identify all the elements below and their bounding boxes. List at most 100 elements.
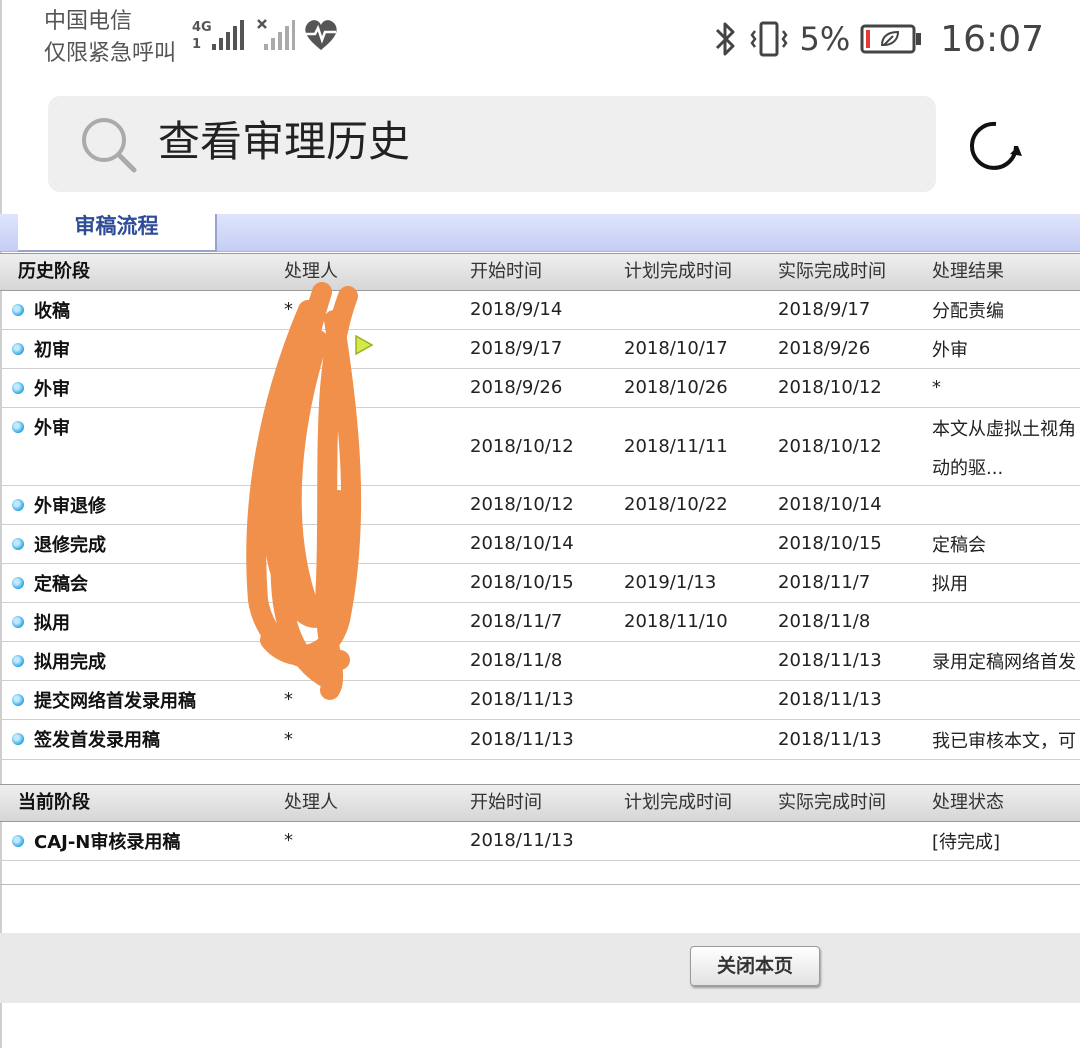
row-actual: 2018/10/12 [778, 436, 882, 457]
row-actual: 2018/10/12 [778, 377, 882, 398]
handler-link[interactable]: ze o [284, 338, 321, 359]
close-page-button[interactable]: 关闭本页 [690, 946, 820, 986]
battery-low-icon [860, 24, 922, 54]
col-planned-time: 计划完成时间 [624, 792, 732, 813]
row-stage: 退修完成 [34, 535, 106, 556]
footer-bar [0, 933, 1080, 1003]
no-sim-signal-icon [257, 19, 295, 50]
row-result-link-line2[interactable]: 动的驱... [932, 454, 1003, 480]
current-table-header: 当前阶段 处理人 开始时间 计划完成时间 实际完成时间 处理状态 [0, 784, 1080, 822]
carrier-info: 中国电信 仅限紧急呼叫 [44, 6, 176, 70]
row-stage: 外审 [34, 418, 70, 439]
col-actual-time: 实际完成时间 [778, 261, 886, 282]
row-result: 录用定稿网络首发 [932, 652, 1076, 673]
row-stage: 收稿 [34, 301, 70, 322]
row-actual: 2018/10/15 [778, 533, 882, 554]
col-actual-time: 实际完成时间 [778, 792, 886, 813]
row-result-link[interactable]: 本文从虚拟土视角 [932, 415, 1076, 441]
carrier-name: 中国电信 [44, 9, 133, 34]
signal-bars-icon: 4G 1 [192, 20, 244, 52]
review-history-page: 中国电信 仅限紧急呼叫 4G 1 5% 16:07 查看审理历史 审稿流程 历史… [0, 0, 1080, 1048]
table-row: 拟用 2018/11/7 2018/11/10 2018/11/8 [0, 603, 1080, 642]
network-sub-label: 1 [192, 37, 201, 52]
row-start: 2018/11/13 [470, 689, 574, 710]
status-right-group: 5% 16:07 [713, 14, 1044, 64]
col-start-time: 开始时间 [470, 261, 542, 282]
row-actual: 2018/11/8 [778, 611, 871, 632]
bullet-icon [12, 733, 24, 745]
row-planned: 2019/1/13 [624, 572, 717, 593]
bullet-icon [12, 835, 24, 847]
bluetooth-icon [716, 22, 735, 56]
row-stage: 外审退修 [34, 496, 106, 517]
table-row: 收稿 * 2018/9/14 2018/9/17 分配责编 [0, 291, 1080, 330]
network-type-label: 4G [192, 20, 212, 35]
tab-strip: 审稿流程 [0, 214, 1080, 252]
search-icon[interactable] [80, 116, 138, 174]
row-start: 2018/10/15 [470, 572, 574, 593]
row-result: 分配责编 [932, 301, 1004, 322]
row-handler: * [284, 830, 293, 851]
refresh-icon[interactable] [966, 116, 1026, 176]
row-result: 外审 [932, 340, 968, 361]
battery-percent: 5% [799, 20, 851, 58]
row-actual: 2018/10/14 [778, 494, 882, 515]
row-stage: 提交网络首发录用稿 [34, 691, 196, 712]
col-handler: 处理人 [284, 261, 338, 282]
row-status: [待完成] [932, 832, 1001, 853]
row-planned: 2018/10/17 [624, 338, 728, 359]
bullet-icon [12, 421, 24, 433]
table-row: 外审退修 2018/10/12 2018/10/22 2018/10/14 [0, 486, 1080, 525]
section-divider [0, 884, 1080, 885]
row-start: 2018/11/7 [470, 611, 563, 632]
table-row: 拟用完成 2018/11/8 2018/11/13 录用定稿网络首发 [0, 642, 1080, 681]
row-handler: * [284, 729, 293, 750]
bullet-icon [12, 304, 24, 316]
status-bar: 中国电信 仅限紧急呼叫 4G 1 5% 16:07 [0, 0, 1080, 80]
col-history-stage: 历史阶段 [18, 261, 90, 282]
row-stage: 签发首发录用稿 [34, 730, 160, 751]
row-start: 2018/10/14 [470, 533, 574, 554]
table-row: 外审 * 2018/9/26 2018/10/26 2018/10/12 * [0, 369, 1080, 408]
bullet-icon [12, 538, 24, 550]
row-planned: 2018/11/10 [624, 611, 728, 632]
table-row: CAJ-N审核录用稿 * 2018/11/13 [待完成] [0, 822, 1080, 861]
table-row: 签发首发录用稿 * 2018/11/13 2018/11/13 我已审核本文，可 [0, 720, 1080, 760]
row-stage: CAJ-N审核录用稿 [34, 832, 181, 853]
heartbeat-icon [305, 20, 337, 50]
row-stage: 拟用 [34, 613, 70, 634]
row-start: 2018/11/8 [470, 650, 563, 671]
clock-time: 16:07 [940, 18, 1044, 60]
bullet-icon [12, 616, 24, 628]
table-row: 定稿会 2018/10/15 2019/1/13 2018/11/7 拟用 [0, 564, 1080, 603]
bullet-icon [12, 694, 24, 706]
row-stage: 初审 [34, 340, 70, 361]
row-actual: 2018/11/13 [778, 689, 882, 710]
row-planned: 2018/10/26 [624, 377, 728, 398]
row-start: 2018/9/26 [470, 377, 563, 398]
row-stage: 拟用完成 [34, 652, 106, 673]
col-status: 处理状态 [932, 792, 1004, 813]
table-row: 外审 2018/10/12 2018/11/11 2018/10/12 本文从虚… [0, 408, 1080, 486]
col-handler: 处理人 [284, 792, 338, 813]
row-start: 2018/11/13 [470, 729, 574, 750]
row-result: 拟用 [932, 574, 968, 595]
tab-review-process[interactable]: 审稿流程 [18, 214, 217, 252]
row-actual: 2018/11/7 [778, 572, 871, 593]
row-start: 2018/9/14 [470, 299, 563, 320]
bullet-icon [12, 343, 24, 355]
row-result: * [932, 377, 941, 398]
row-stage: 外审 [34, 379, 70, 400]
table-row: 退修完成 2018/10/14 2018/10/15 定稿会 [0, 525, 1080, 564]
row-handler: * [284, 689, 293, 710]
bullet-icon [12, 499, 24, 511]
row-planned: 2018/11/11 [624, 436, 728, 457]
bullet-icon [12, 655, 24, 667]
table-row: 提交网络首发录用稿 * 2018/11/13 2018/11/13 [0, 681, 1080, 720]
row-start: 2018/10/12 [470, 436, 574, 457]
flag-arrow-icon [355, 334, 374, 356]
search-query-text[interactable]: 查看审理历史 [158, 112, 410, 172]
row-start: 2018/11/13 [470, 830, 574, 851]
col-planned-time: 计划完成时间 [624, 261, 732, 282]
history-table-header: 历史阶段 处理人 开始时间 计划完成时间 实际完成时间 处理结果 [0, 253, 1080, 291]
